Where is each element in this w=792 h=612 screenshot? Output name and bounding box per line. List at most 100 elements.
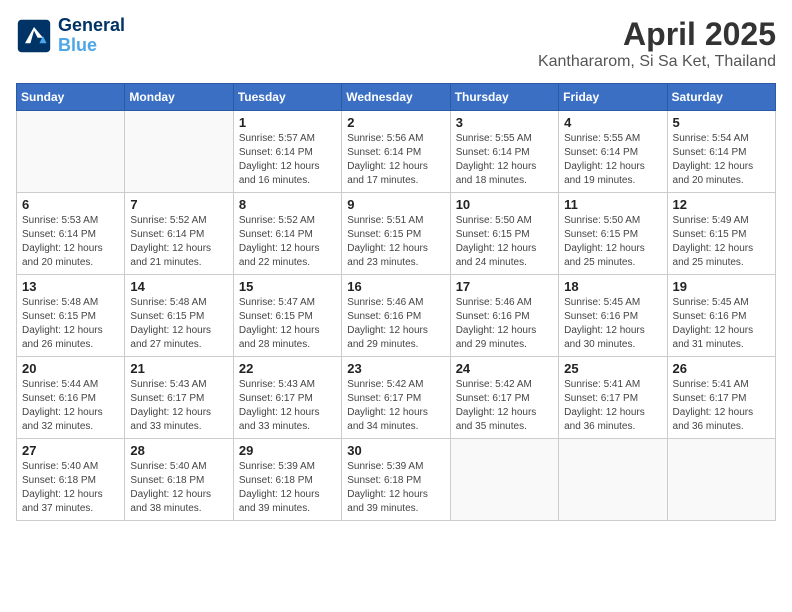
calendar-cell: 29 Sunrise: 5:39 AM Sunset: 6:18 PM Dayli… [233,439,341,521]
logo-text: General Blue [58,16,125,56]
weekday-header-wednesday: Wednesday [342,84,450,111]
day-info: Sunrise: 5:52 AM Sunset: 6:14 PM Dayligh… [130,214,227,270]
weekday-header-friday: Friday [559,84,667,111]
day-info: Sunrise: 5:41 AM Sunset: 6:17 PM Dayligh… [673,378,770,434]
day-number: 23 [347,361,444,376]
day-number: 26 [673,361,770,376]
day-number: 13 [22,279,119,294]
calendar-cell: 9Sunrise: 5:51 AM Sunset: 6:15 PM Daylig… [342,193,450,275]
day-number: 1 [239,115,336,130]
day-number: 2 [347,115,444,130]
day-info: Sunrise: 5:40 AM Sunset: 6:18 PM Dayligh… [130,460,227,516]
calendar-cell: 21Sunrise: 5:43 AM Sunset: 6:17 PM Dayli… [125,357,233,439]
day-number: 20 [22,361,119,376]
calendar-cell: 26 Sunrise: 5:41 AM Sunset: 6:17 PM Dayli… [667,357,775,439]
day-number: 27 [22,443,119,458]
calendar-cell: 2 Sunrise: 5:56 AM Sunset: 6:14 PM Daylig… [342,111,450,193]
day-number: 6 [22,197,119,212]
logo-line2: Blue [58,35,97,55]
calendar-table: SundayMondayTuesdayWednesdayThursdayFrid… [16,83,776,521]
weekday-header-sunday: Sunday [17,84,125,111]
calendar-cell: 7 Sunrise: 5:52 AM Sunset: 6:14 PM Daylig… [125,193,233,275]
day-info: Sunrise: 5:46 AM Sunset: 6:16 PM Dayligh… [456,296,553,352]
day-info: Sunrise: 5:43 AM Sunset: 6:17 PM Dayligh… [239,378,336,434]
logo-icon [16,18,52,54]
weekday-header-thursday: Thursday [450,84,558,111]
day-info: Sunrise: 5:49 AM Sunset: 6:15 PM Dayligh… [673,214,770,270]
week-row-4: 20 Sunrise: 5:44 AM Sunset: 6:16 PM Dayli… [17,357,776,439]
calendar-cell: 25 Sunrise: 5:41 AM Sunset: 6:17 PM Dayli… [559,357,667,439]
week-row-1: 1Sunrise: 5:57 AM Sunset: 6:14 PM Daylig… [17,111,776,193]
day-info: Sunrise: 5:45 AM Sunset: 6:16 PM Dayligh… [564,296,661,352]
day-number: 21 [130,361,227,376]
weekday-header-monday: Monday [125,84,233,111]
weekday-header-tuesday: Tuesday [233,84,341,111]
calendar-cell [667,439,775,521]
day-info: Sunrise: 5:55 AM Sunset: 6:14 PM Dayligh… [456,132,553,188]
day-number: 17 [456,279,553,294]
calendar-cell: 5 Sunrise: 5:54 AM Sunset: 6:14 PM Daylig… [667,111,775,193]
day-info: Sunrise: 5:40 AM Sunset: 6:18 PM Dayligh… [22,460,119,516]
day-number: 4 [564,115,661,130]
calendar-cell: 11Sunrise: 5:50 AM Sunset: 6:15 PM Dayli… [559,193,667,275]
calendar-cell: 15 Sunrise: 5:47 AM Sunset: 6:15 PM Dayli… [233,275,341,357]
calendar-cell: 22 Sunrise: 5:43 AM Sunset: 6:17 PM Dayli… [233,357,341,439]
day-number: 22 [239,361,336,376]
day-info: Sunrise: 5:46 AM Sunset: 6:16 PM Dayligh… [347,296,444,352]
day-number: 7 [130,197,227,212]
calendar-cell: 24 Sunrise: 5:42 AM Sunset: 6:17 PM Dayli… [450,357,558,439]
week-row-2: 6 Sunrise: 5:53 AM Sunset: 6:14 PM Daylig… [17,193,776,275]
calendar-cell: 20 Sunrise: 5:44 AM Sunset: 6:16 PM Dayli… [17,357,125,439]
subtitle: Kanthararom, Si Sa Ket, Thailand [538,53,776,71]
calendar-cell: 30 Sunrise: 5:39 AM Sunset: 6:18 PM Dayli… [342,439,450,521]
day-number: 19 [673,279,770,294]
calendar-cell: 12Sunrise: 5:49 AM Sunset: 6:15 PM Dayli… [667,193,775,275]
weekday-header-row: SundayMondayTuesdayWednesdayThursdayFrid… [17,84,776,111]
day-number: 25 [564,361,661,376]
calendar-cell: 8 Sunrise: 5:52 AM Sunset: 6:14 PM Daylig… [233,193,341,275]
day-number: 14 [130,279,227,294]
day-number: 10 [456,197,553,212]
title-block: April 2025 Kanthararom, Si Sa Ket, Thail… [538,16,776,71]
day-info: Sunrise: 5:50 AM Sunset: 6:15 PM Dayligh… [456,214,553,270]
day-info: Sunrise: 5:39 AM Sunset: 6:18 PM Dayligh… [347,460,444,516]
main-title: April 2025 [538,16,776,53]
day-info: Sunrise: 5:47 AM Sunset: 6:15 PM Dayligh… [239,296,336,352]
day-info: Sunrise: 5:53 AM Sunset: 6:14 PM Dayligh… [22,214,119,270]
day-info: Sunrise: 5:42 AM Sunset: 6:17 PM Dayligh… [456,378,553,434]
calendar-cell [450,439,558,521]
calendar-cell: 3 Sunrise: 5:55 AM Sunset: 6:14 PM Daylig… [450,111,558,193]
calendar-cell: 1Sunrise: 5:57 AM Sunset: 6:14 PM Daylig… [233,111,341,193]
day-info: Sunrise: 5:56 AM Sunset: 6:14 PM Dayligh… [347,132,444,188]
day-info: Sunrise: 5:41 AM Sunset: 6:17 PM Dayligh… [564,378,661,434]
day-number: 8 [239,197,336,212]
calendar-cell: 18 Sunrise: 5:45 AM Sunset: 6:16 PM Dayli… [559,275,667,357]
calendar-cell: 23Sunrise: 5:42 AM Sunset: 6:17 PM Dayli… [342,357,450,439]
day-info: Sunrise: 5:48 AM Sunset: 6:15 PM Dayligh… [22,296,119,352]
day-number: 5 [673,115,770,130]
day-number: 3 [456,115,553,130]
day-info: Sunrise: 5:39 AM Sunset: 6:18 PM Dayligh… [239,460,336,516]
calendar-cell: 17 Sunrise: 5:46 AM Sunset: 6:16 PM Dayli… [450,275,558,357]
day-info: Sunrise: 5:55 AM Sunset: 6:14 PM Dayligh… [564,132,661,188]
week-row-3: 13 Sunrise: 5:48 AM Sunset: 6:15 PM Dayli… [17,275,776,357]
day-number: 30 [347,443,444,458]
calendar-cell: 16Sunrise: 5:46 AM Sunset: 6:16 PM Dayli… [342,275,450,357]
day-number: 29 [239,443,336,458]
calendar-cell: 6 Sunrise: 5:53 AM Sunset: 6:14 PM Daylig… [17,193,125,275]
calendar-cell: 19 Sunrise: 5:45 AM Sunset: 6:16 PM Dayli… [667,275,775,357]
day-info: Sunrise: 5:54 AM Sunset: 6:14 PM Dayligh… [673,132,770,188]
day-number: 18 [564,279,661,294]
calendar-cell [125,111,233,193]
day-info: Sunrise: 5:45 AM Sunset: 6:16 PM Dayligh… [673,296,770,352]
logo-line1: General [58,16,125,36]
day-number: 28 [130,443,227,458]
weekday-header-saturday: Saturday [667,84,775,111]
day-info: Sunrise: 5:52 AM Sunset: 6:14 PM Dayligh… [239,214,336,270]
calendar-cell: 13 Sunrise: 5:48 AM Sunset: 6:15 PM Dayli… [17,275,125,357]
day-number: 24 [456,361,553,376]
day-info: Sunrise: 5:44 AM Sunset: 6:16 PM Dayligh… [22,378,119,434]
calendar-cell: 27 Sunrise: 5:40 AM Sunset: 6:18 PM Dayli… [17,439,125,521]
day-number: 15 [239,279,336,294]
day-number: 11 [564,197,661,212]
